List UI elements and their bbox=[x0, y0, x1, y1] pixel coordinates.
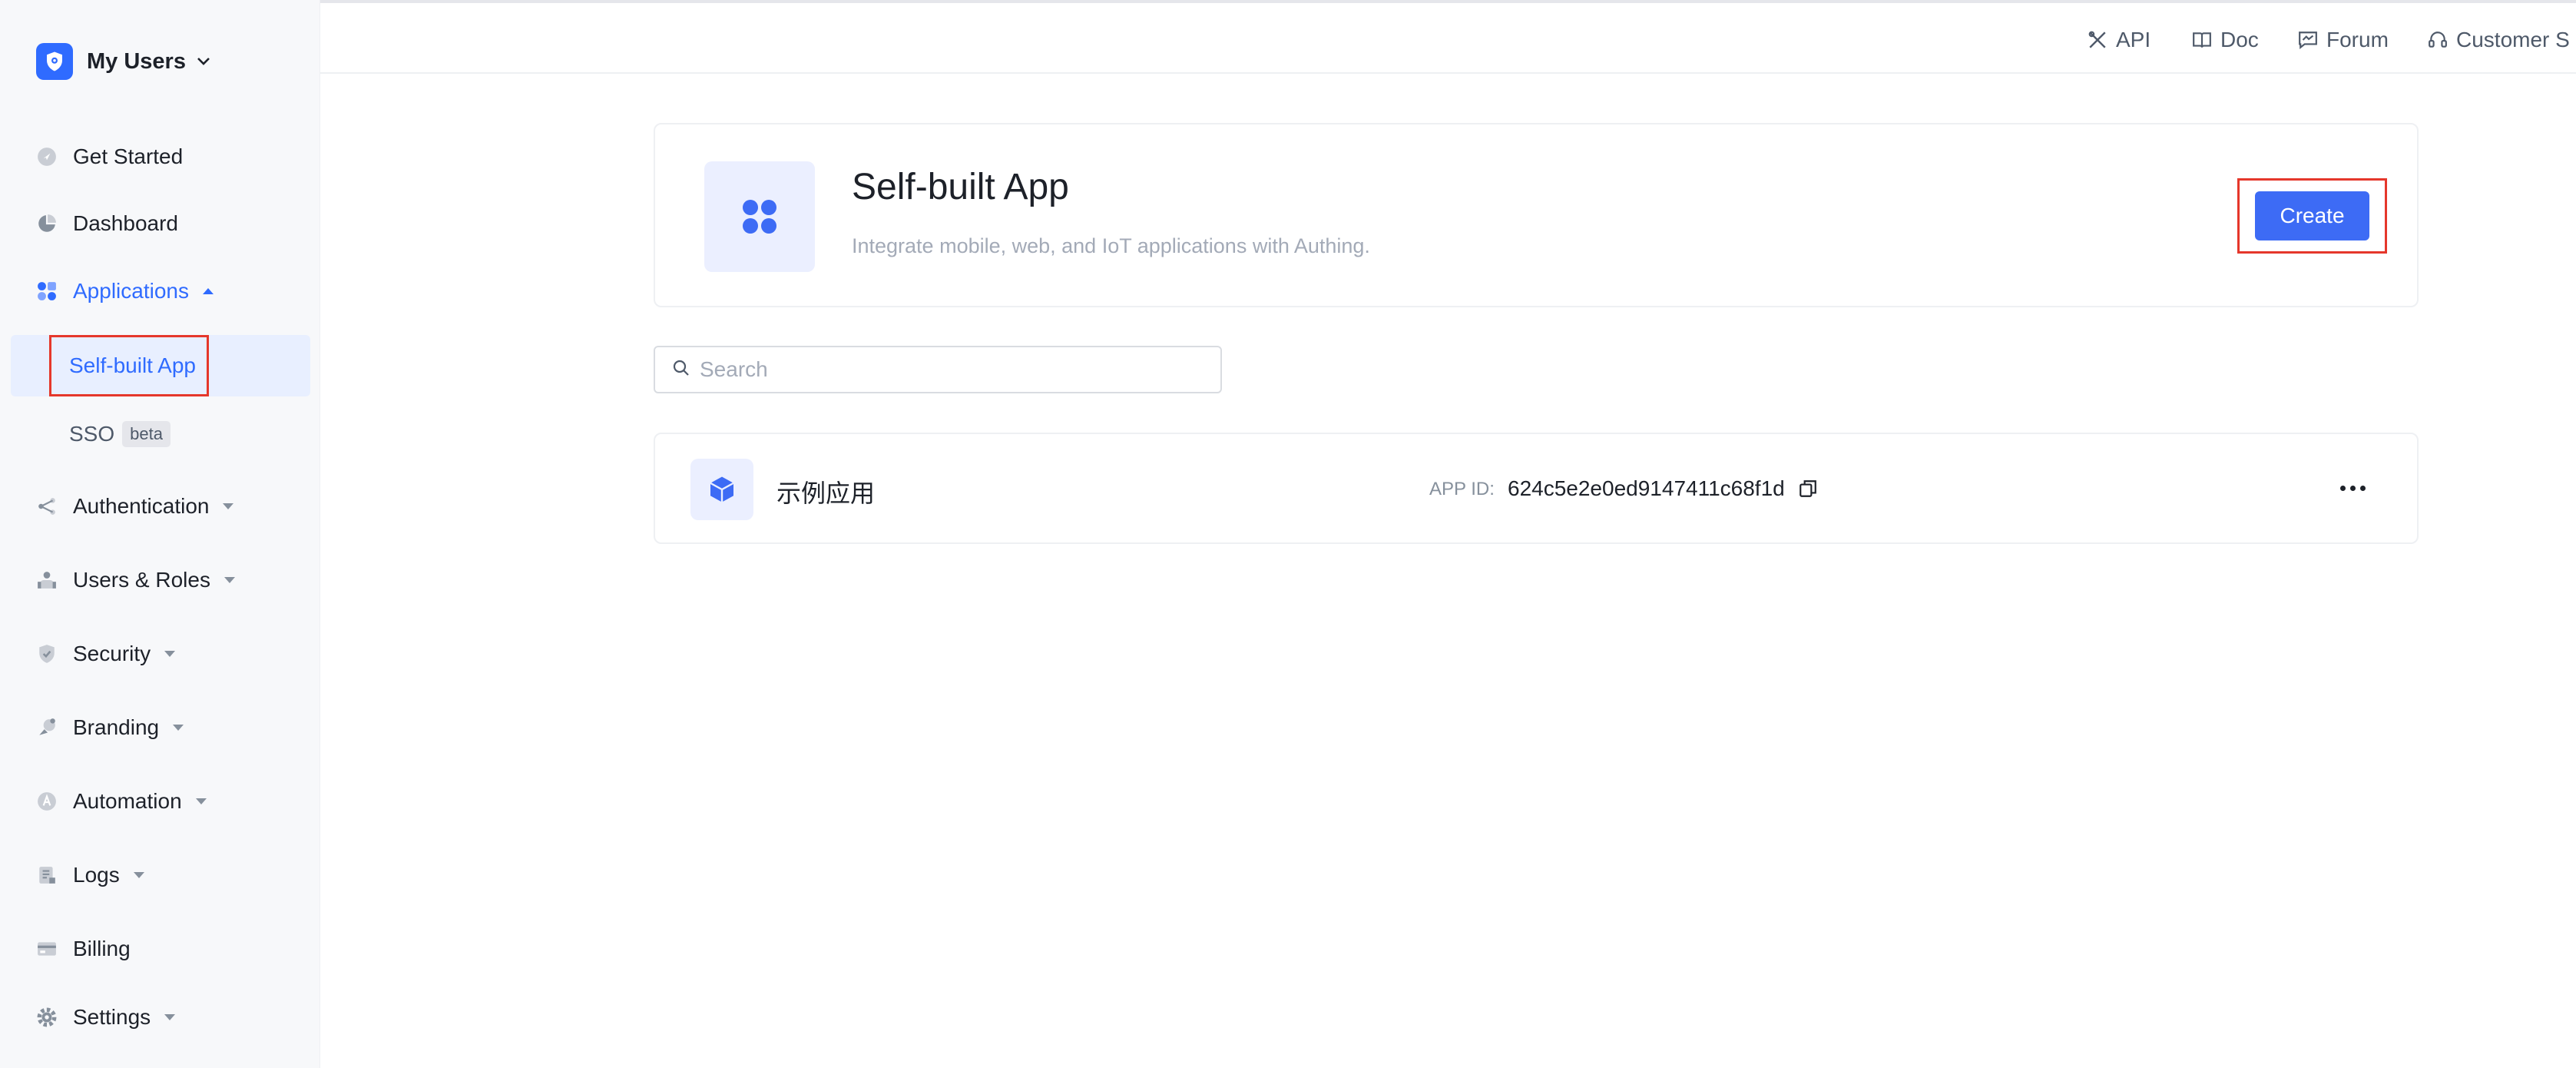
sidebar-subitem-self-built-app[interactable]: Self-built App bbox=[69, 347, 196, 385]
app-name: 示例应用 bbox=[776, 479, 876, 507]
sidebar-item-label: Billing bbox=[73, 937, 131, 960]
app-id-value: 624c5e2e0ed9147411c68f1d bbox=[1508, 476, 1785, 500]
sidebar-item-dashboard[interactable]: Dashboard bbox=[36, 204, 178, 243]
sidebar-item-settings[interactable]: Settings bbox=[36, 998, 176, 1036]
top-link-label: Doc bbox=[2220, 28, 2259, 51]
create-button[interactable]: Create bbox=[2255, 191, 2369, 240]
more-dot bbox=[2339, 485, 2346, 491]
caret-down-icon bbox=[133, 872, 144, 878]
more-options-button[interactable] bbox=[2333, 473, 2372, 503]
search-box[interactable] bbox=[654, 346, 1222, 393]
document-icon bbox=[36, 864, 58, 886]
customer-service-link[interactable]: Customer S bbox=[2427, 25, 2570, 55]
caret-down-icon bbox=[173, 725, 184, 731]
page-title: Self-built App bbox=[852, 167, 1069, 207]
sidebar-item-security[interactable]: Security bbox=[36, 635, 176, 673]
gear-icon bbox=[36, 1007, 58, 1028]
chat-icon bbox=[2297, 29, 2319, 51]
apps-icon bbox=[36, 280, 58, 302]
forum-link[interactable]: Forum bbox=[2297, 25, 2389, 55]
pie-chart-icon bbox=[36, 213, 58, 234]
sidebar-item-label: Users & Roles bbox=[73, 568, 210, 592]
top-link-label: API bbox=[2116, 28, 2151, 51]
sidebar-item-branding[interactable]: Branding bbox=[36, 708, 184, 747]
sidebar-item-label: Get Started bbox=[73, 144, 184, 168]
sidebar: My Users Get Started Dashboard Applicati… bbox=[0, 0, 320, 1068]
caret-down-icon bbox=[223, 503, 234, 509]
sidebar-subitem-label: Self-built App bbox=[69, 353, 196, 377]
api-link[interactable]: API bbox=[2087, 25, 2151, 55]
top-link-label: Forum bbox=[2326, 28, 2389, 51]
caret-down-icon bbox=[164, 1014, 176, 1020]
app-type-card: Self-built App Integrate mobile, web, an… bbox=[654, 123, 2419, 307]
book-icon bbox=[2191, 29, 2213, 51]
caret-down-icon bbox=[223, 577, 235, 583]
shield-logo-icon bbox=[36, 43, 73, 80]
sidebar-item-label: Authentication bbox=[73, 494, 210, 518]
top-link-label: Customer S bbox=[2456, 28, 2570, 51]
search-input[interactable] bbox=[700, 357, 1191, 382]
tools-icon bbox=[2087, 29, 2108, 51]
search-icon bbox=[672, 359, 690, 381]
sidebar-item-automation[interactable]: Automation bbox=[36, 782, 207, 821]
sidebar-subitem-label: SSO bbox=[69, 422, 115, 446]
share-icon bbox=[36, 496, 58, 517]
more-dot bbox=[2359, 485, 2366, 491]
chevron-down-icon bbox=[197, 57, 210, 66]
page-description: Integrate mobile, web, and IoT applicati… bbox=[852, 234, 1370, 257]
more-dot bbox=[2349, 485, 2356, 491]
caret-down-icon bbox=[164, 651, 176, 657]
automation-icon bbox=[36, 791, 58, 812]
sidebar-item-billing[interactable]: Billing bbox=[36, 930, 131, 968]
sidebar-item-label: Automation bbox=[73, 789, 182, 813]
org-name: My Users bbox=[87, 48, 186, 74]
sidebar-item-authentication[interactable]: Authentication bbox=[36, 487, 234, 526]
caret-up-icon bbox=[202, 288, 214, 294]
sidebar-item-logs[interactable]: Logs bbox=[36, 856, 144, 894]
sidebar-item-label: Security bbox=[73, 642, 151, 665]
headset-icon bbox=[2427, 29, 2449, 51]
sidebar-subitem-sso[interactable]: SSO beta bbox=[69, 415, 171, 453]
sidebar-item-label: Settings bbox=[73, 1005, 151, 1029]
doc-link[interactable]: Doc bbox=[2191, 25, 2259, 55]
sidebar-item-label: Branding bbox=[73, 715, 160, 739]
app-id-label: APP ID: bbox=[1429, 479, 1495, 499]
palette-icon bbox=[36, 717, 58, 738]
sidebar-item-label: Logs bbox=[73, 863, 120, 887]
apps-grid-icon bbox=[704, 161, 815, 272]
cube-icon bbox=[690, 459, 753, 520]
list-item[interactable]: 示例应用 APP ID: 624c5e2e0ed9147411c68f1d bbox=[654, 433, 2419, 544]
sidebar-item-applications[interactable]: Applications bbox=[36, 272, 214, 310]
sidebar-item-label: Applications bbox=[73, 279, 189, 303]
sidebar-item-label: Dashboard bbox=[73, 211, 178, 235]
caret-down-icon bbox=[195, 798, 207, 804]
rocket-icon bbox=[36, 146, 58, 167]
sidebar-item-get-started[interactable]: Get Started bbox=[36, 138, 183, 176]
users-icon bbox=[36, 569, 58, 591]
org-switcher[interactable]: My Users bbox=[36, 42, 210, 81]
beta-badge: beta bbox=[122, 421, 171, 447]
copy-icon[interactable] bbox=[1796, 477, 1819, 500]
top-bar: API Doc Forum Customer S bbox=[320, 3, 2576, 74]
sidebar-item-users-roles[interactable]: Users & Roles bbox=[36, 561, 235, 599]
shield-icon bbox=[36, 643, 58, 665]
card-icon bbox=[36, 938, 58, 960]
